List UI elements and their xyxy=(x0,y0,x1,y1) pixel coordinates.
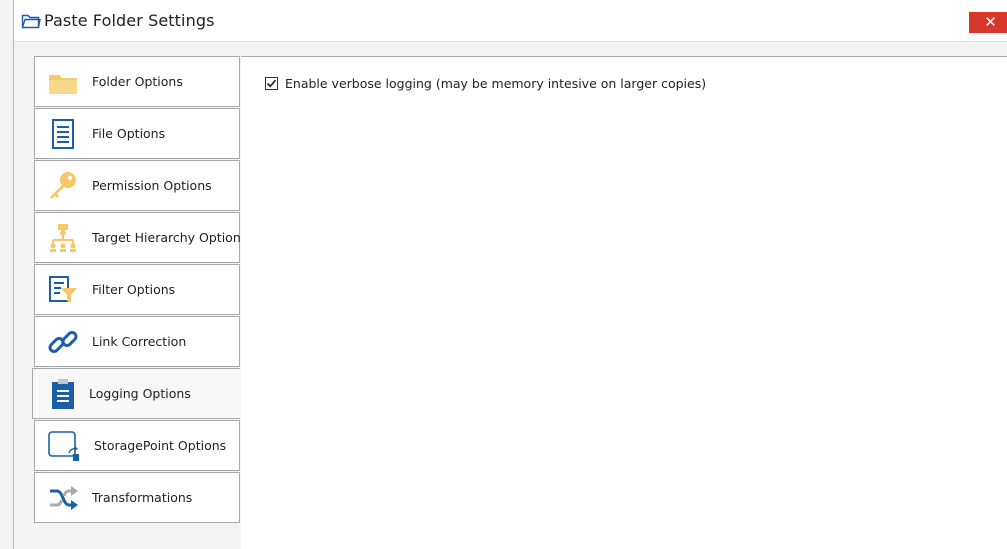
logging-options-panel: Enable verbose logging (may be memory in… xyxy=(241,56,1007,549)
sidebar-item-target-hierarchy-options[interactable]: Target Hierarchy Options xyxy=(34,212,247,263)
sidebar-item-label: Transformations xyxy=(92,490,193,505)
close-button[interactable]: ✕ xyxy=(969,12,1007,33)
sidebar-item-label: Link Correction xyxy=(92,334,187,349)
sidebar-item-file-options[interactable]: File Options xyxy=(34,108,240,159)
sidebar-item-label: Permission Options xyxy=(92,178,212,193)
key-icon xyxy=(47,170,79,202)
sidebar-item-storagepoint-options[interactable]: StoragePoint Options xyxy=(34,420,240,471)
folder-icon xyxy=(47,66,79,98)
sidebar-item-folder-options[interactable]: Folder Options xyxy=(34,56,240,107)
sidebar-item-permission-options[interactable]: Permission Options xyxy=(34,160,240,211)
clipboard-icon xyxy=(47,378,79,410)
file-icon xyxy=(47,118,79,150)
checkmark-icon xyxy=(266,79,277,88)
paste-folder-settings-dialog: Paste Folder Settings ✕ Folder Options F… xyxy=(0,0,1007,549)
hierarchy-icon xyxy=(47,222,79,254)
sidebar-item-logging-options[interactable]: Logging Options xyxy=(32,368,240,419)
shuffle-icon xyxy=(47,482,79,514)
verbose-logging-label[interactable]: Enable verbose logging (may be memory in… xyxy=(285,76,706,91)
options-sidebar: Folder Options File Options Permission O… xyxy=(32,56,247,549)
sidebar-item-label: StoragePoint Options xyxy=(94,438,227,453)
sidebar-item-label: Filter Options xyxy=(92,282,176,297)
storagepoint-icon xyxy=(47,430,79,462)
link-icon xyxy=(47,326,79,358)
filter-icon xyxy=(47,274,79,306)
folder-outline-icon xyxy=(21,12,41,30)
sidebar-item-filter-options[interactable]: Filter Options xyxy=(34,264,240,315)
window-left-edge xyxy=(13,0,14,549)
verbose-logging-checkbox[interactable] xyxy=(265,77,278,90)
sidebar-item-transformations[interactable]: Transformations xyxy=(34,472,240,523)
window-title: Paste Folder Settings xyxy=(44,11,215,30)
sidebar-item-label: Logging Options xyxy=(89,386,191,401)
close-icon: ✕ xyxy=(984,13,997,31)
sidebar-item-label: File Options xyxy=(92,126,166,141)
title-bar[interactable]: Paste Folder Settings ✕ xyxy=(14,0,1007,42)
sidebar-item-label: Target Hierarchy Options xyxy=(92,230,248,245)
sidebar-item-link-correction[interactable]: Link Correction xyxy=(34,316,240,367)
sidebar-item-label: Folder Options xyxy=(92,74,183,89)
